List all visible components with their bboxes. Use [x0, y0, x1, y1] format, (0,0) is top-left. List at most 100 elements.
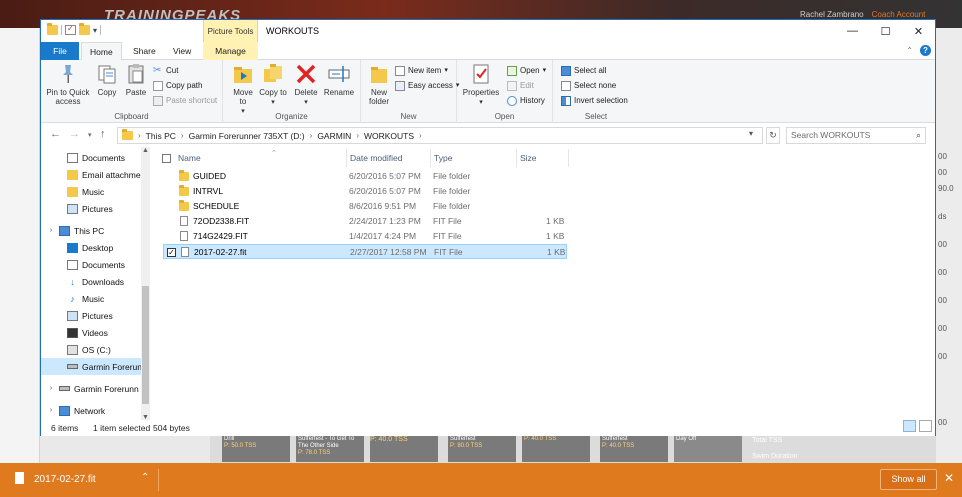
- download-file-name[interactable]: 2017-02-27.fit: [34, 474, 96, 485]
- row-checkbox[interactable]: ✓: [167, 248, 176, 257]
- nav-item[interactable]: ♪ Music: [41, 290, 141, 307]
- file-name: 2017-02-27.fit: [194, 247, 247, 257]
- calendar-cell[interactable]: Sufferfest P: 40.0 TSS: [600, 434, 668, 462]
- navigation-scrollbar[interactable]: ▲ ▼: [141, 147, 150, 421]
- easy-access-button[interactable]: Easy access ▾: [395, 79, 459, 93]
- paste-shortcut-button[interactable]: Paste shortcut: [153, 94, 217, 108]
- new-folder-icon[interactable]: [79, 23, 90, 35]
- search-input[interactable]: Search WORKOUTS ⌕: [786, 127, 926, 144]
- column-header-date[interactable]: Date modified: [347, 149, 431, 167]
- show-all-button[interactable]: Show all: [880, 469, 937, 490]
- open-button[interactable]: Open ▾: [507, 64, 546, 78]
- file-list[interactable]: Name ⌃ Date modified Type Size GUIDED 6/2…: [153, 147, 935, 421]
- file-row[interactable]: ✓ 2017-02-27.fit 2/27/2017 12:58 PM FIT Fil…: [163, 244, 567, 259]
- expand-chevron-icon[interactable]: ›: [47, 227, 55, 234]
- expand-chevron-icon[interactable]: ›: [47, 385, 55, 392]
- large-icons-view-icon[interactable]: [919, 420, 932, 432]
- nav-item[interactable]: OS (C:): [41, 341, 141, 358]
- search-icon[interactable]: ⌕: [916, 128, 921, 143]
- select-none-button[interactable]: Select none: [561, 79, 616, 93]
- close-button[interactable]: ✕: [902, 20, 935, 42]
- up-arrow-icon[interactable]: ↑: [100, 128, 106, 140]
- copy-to-button[interactable]: Copy to ▾: [259, 63, 287, 107]
- download-bar: 2017-02-27.fit ⌃ Show all ✕: [0, 463, 962, 497]
- column-header-name[interactable]: Name ⌃: [175, 149, 347, 167]
- file-row[interactable]: GUIDED 6/20/2016 5:07 PM File folder: [163, 169, 567, 184]
- expand-chevron-icon[interactable]: ›: [47, 407, 55, 414]
- forward-arrow-icon[interactable]: →: [69, 128, 80, 140]
- cut-button[interactable]: ✂ Cut: [153, 64, 178, 78]
- file-row[interactable]: INTRVL 6/20/2016 5:07 PM File folder: [163, 184, 567, 199]
- nav-item[interactable]: › Garmin Forerunn: [41, 380, 141, 397]
- nav-item-label: Music: [82, 186, 105, 197]
- file-row[interactable]: 714G2429.FIT 1/4/2017 4:24 PM FIT File 1 KB: [163, 229, 567, 244]
- user-name[interactable]: Rachel Zambrano: [800, 10, 864, 19]
- file-explorer-window[interactable]: ✓ ▾ Picture Tools WORKOUTS — ☐ ✕ File Ho…: [40, 19, 936, 436]
- properties-button[interactable]: Properties ▾: [461, 63, 501, 107]
- back-arrow-icon[interactable]: ←: [50, 128, 61, 140]
- file-row[interactable]: 72OD2338.FIT 2/24/2017 1:23 PM FIT File 1 K…: [163, 214, 567, 229]
- delete-button[interactable]: Delete ▾: [293, 63, 319, 107]
- copy-path-button[interactable]: Copy path: [153, 79, 202, 93]
- column-header-size[interactable]: Size: [517, 149, 569, 167]
- copy-button[interactable]: Copy: [95, 63, 119, 97]
- rename-button[interactable]: Rename: [323, 63, 355, 97]
- calendar-cell[interactable]: Day Off: [674, 434, 742, 462]
- properties-check-icon[interactable]: ✓: [65, 24, 76, 35]
- breadcrumb-garmin-drive[interactable]: Garmin Forerunner 735XT (D:): [189, 131, 305, 141]
- breadcrumb-this-pc[interactable]: This PC: [146, 131, 176, 141]
- paste-button[interactable]: Paste: [123, 63, 149, 97]
- address-bar[interactable]: › This PC › Garmin Forerunner 735XT (D:)…: [117, 127, 763, 144]
- tab-share[interactable]: Share: [125, 42, 164, 60]
- scroll-up-icon[interactable]: ▲: [142, 147, 149, 154]
- tab-home[interactable]: Home: [81, 42, 122, 61]
- maximize-button[interactable]: ☐: [869, 20, 902, 42]
- file-row[interactable]: SCHEDULE 8/6/2016 9:51 PM File folder: [163, 199, 567, 214]
- calendar-cell[interactable]: Sufferfest P: 80.0 TSS: [448, 434, 516, 462]
- breadcrumb-garmin[interactable]: GARMIN: [317, 131, 351, 141]
- calendar-cell[interactable]: Sufferfest - To Get To The Other Side P:…: [296, 434, 364, 462]
- nav-item[interactable]: › This PC: [41, 222, 141, 239]
- scrollbar-thumb[interactable]: [142, 286, 149, 404]
- select-all-button[interactable]: Select all: [561, 64, 606, 78]
- nav-item[interactable]: Garmin Forerunn: [41, 358, 141, 375]
- coach-account-link[interactable]: Coach Account: [872, 10, 926, 19]
- qat-customize-icon[interactable]: ▾: [93, 26, 97, 35]
- minimize-button[interactable]: —: [836, 20, 869, 42]
- select-all-checkbox[interactable]: [162, 154, 171, 163]
- nav-item[interactable]: Email attachmen: [41, 166, 141, 183]
- nav-item[interactable]: Desktop: [41, 239, 141, 256]
- calendar-cell[interactable]: Drill P: 50.0 TSS: [222, 434, 290, 462]
- address-dropdown-icon[interactable]: ▾: [749, 129, 753, 138]
- pin-to-quick-access-button[interactable]: Pin to Quick access: [45, 63, 91, 106]
- calendar-cell[interactable]: P: 40.0 TSS: [522, 434, 590, 462]
- ribbon-collapse-icon[interactable]: ⌃: [906, 46, 913, 55]
- refresh-icon[interactable]: ↻: [766, 127, 780, 144]
- nav-item[interactable]: Videos: [41, 324, 141, 341]
- nav-item[interactable]: ↓ Downloads: [41, 273, 141, 290]
- tab-manage[interactable]: Manage: [203, 42, 258, 60]
- breadcrumb-workouts[interactable]: WORKOUTS: [364, 131, 414, 141]
- tab-file[interactable]: File: [41, 42, 79, 60]
- edit-button[interactable]: Edit: [507, 79, 534, 93]
- title-bar[interactable]: ✓ ▾ Picture Tools WORKOUTS — ☐ ✕: [41, 20, 935, 42]
- recent-locations-icon[interactable]: ▾: [88, 131, 92, 139]
- nav-item[interactable]: › Network: [41, 402, 141, 419]
- nav-item[interactable]: Documents: [41, 256, 141, 273]
- help-icon[interactable]: ?: [920, 45, 931, 56]
- download-bar-close-icon[interactable]: ✕: [944, 471, 954, 485]
- nav-item[interactable]: Pictures: [41, 307, 141, 324]
- details-view-icon[interactable]: [903, 420, 916, 432]
- column-header-type[interactable]: Type: [431, 149, 517, 167]
- new-item-button[interactable]: New item ▾: [395, 64, 448, 78]
- invert-selection-button[interactable]: Invert selection: [561, 94, 628, 108]
- move-to-button[interactable]: Move to ▾: [229, 63, 257, 116]
- nav-item[interactable]: Music: [41, 183, 141, 200]
- tab-view[interactable]: View: [165, 42, 199, 60]
- navigation-pane[interactable]: Documents Email attachmen Music Pictures › Th…: [41, 147, 151, 421]
- history-button[interactable]: History: [507, 94, 545, 108]
- download-options-chevron-icon[interactable]: ⌃: [141, 472, 149, 483]
- new-folder-button[interactable]: New folder: [365, 63, 393, 106]
- nav-item[interactable]: Pictures: [41, 200, 141, 217]
- nav-item[interactable]: Documents: [41, 149, 141, 166]
